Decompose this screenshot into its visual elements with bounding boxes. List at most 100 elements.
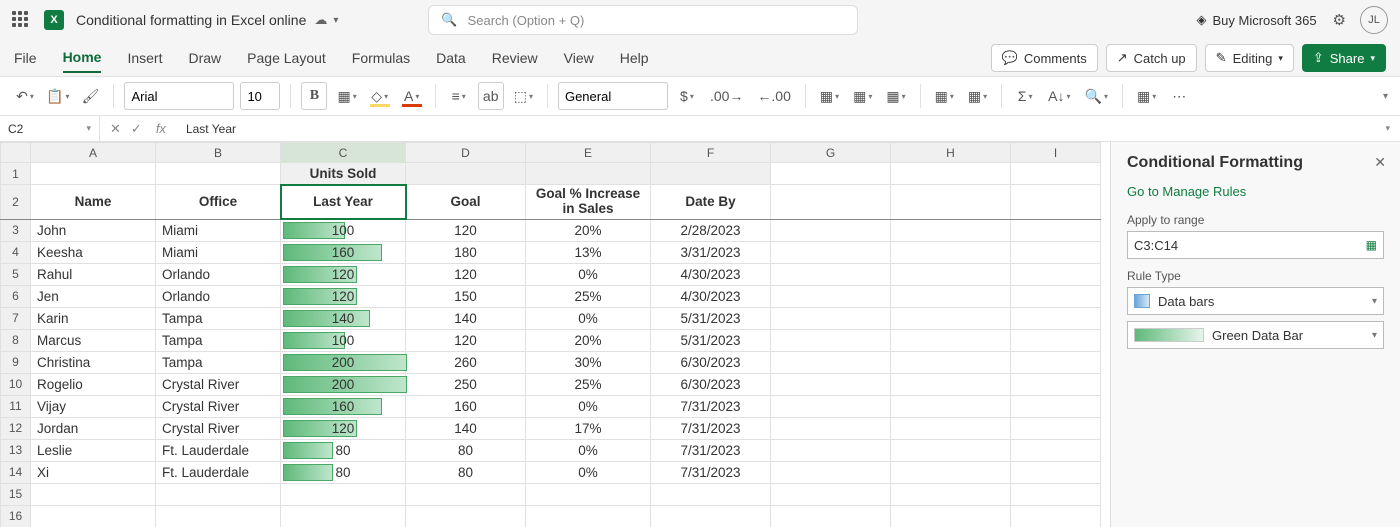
buy-m365-button[interactable]: ◈ Buy Microsoft 365	[1197, 12, 1317, 28]
search-icon: 🔍	[441, 12, 457, 28]
share-icon: ⇪	[1313, 50, 1324, 66]
pane-title: Conditional Formatting	[1127, 154, 1384, 172]
range-picker-icon[interactable]: ▦	[1366, 238, 1377, 252]
table-row[interactable]: 9ChristinaTampa20026030%6/30/2023	[1, 351, 1101, 373]
borders-button[interactable]: ▦▾	[333, 82, 360, 110]
apply-range-label: Apply to range	[1127, 213, 1384, 227]
catchup-button[interactable]: ↗Catch up	[1106, 44, 1197, 72]
name-box[interactable]: C2▾	[0, 116, 100, 141]
insert-cells-button[interactable]: ▦▾	[931, 82, 958, 110]
table-row[interactable]: 10RogelioCrystal River20025025%6/30/2023	[1, 373, 1101, 395]
font-name-select[interactable]	[124, 82, 234, 110]
table-row[interactable]: 14XiFt. Lauderdale80800%7/31/2023	[1, 461, 1101, 483]
cancel-formula-icon[interactable]: ✕	[110, 121, 121, 137]
col-header-I[interactable]: I	[1011, 143, 1101, 163]
sort-filter-button[interactable]: A↓▾	[1044, 82, 1074, 110]
pencil-icon: ✎	[1216, 50, 1227, 66]
ribbon-collapse-icon[interactable]: ▾	[1383, 91, 1388, 102]
green-gradient-icon	[1134, 328, 1204, 342]
menu-tab-draw[interactable]: Draw	[188, 44, 221, 72]
menu-tab-view[interactable]: View	[564, 44, 594, 72]
menu-tab-data[interactable]: Data	[436, 44, 466, 72]
apply-range-input[interactable]: C3:C14 ▦	[1127, 231, 1384, 259]
currency-button[interactable]: $▾	[674, 82, 700, 110]
formula-expand-icon[interactable]: ▾	[1375, 123, 1400, 134]
col-header-A[interactable]: A	[31, 143, 156, 163]
font-color-button[interactable]: A▾	[399, 82, 425, 110]
menu-bar: File Home Insert Draw Page Layout Formulas Dat…	[0, 40, 1400, 76]
table-row[interactable]: 12JordanCrystal River12014017%7/31/2023	[1, 417, 1101, 439]
table-row[interactable]: 7KarinTampa1401400%5/31/2023	[1, 307, 1101, 329]
format-painter-button[interactable]: 🖌	[77, 82, 103, 110]
diamond-icon: ◈	[1197, 12, 1207, 28]
comments-button[interactable]: 💬Comments	[991, 44, 1098, 72]
menu-tab-page-layout[interactable]: Page Layout	[247, 44, 326, 72]
menu-tab-file[interactable]: File	[14, 44, 37, 72]
document-title[interactable]: Conditional formatting in Excel online	[76, 12, 306, 28]
conditional-format-button[interactable]: ▦▾	[816, 82, 843, 110]
app-launcher-icon[interactable]	[12, 11, 30, 29]
autosum-button[interactable]: Σ▾	[1012, 82, 1038, 110]
search-placeholder: Search (Option + Q)	[468, 13, 585, 28]
col-header-E[interactable]: E	[526, 143, 651, 163]
title-chevron-icon[interactable]: ▾	[333, 15, 338, 26]
rule-type-select[interactable]: Data bars ▾	[1127, 287, 1384, 315]
col-header-C[interactable]: C	[281, 143, 406, 163]
active-cell[interactable]: Last Year	[281, 185, 406, 220]
increase-decimal-button[interactable]: ←.00	[753, 82, 794, 110]
search-input[interactable]: 🔍 Search (Option + Q)	[428, 5, 858, 35]
formula-bar-input[interactable]: Last Year	[176, 122, 1376, 136]
decrease-decimal-button[interactable]: .00→	[706, 82, 747, 110]
table-style-button[interactable]: ▦▾	[849, 82, 876, 110]
menu-tab-home[interactable]: Home	[63, 43, 102, 73]
delete-cells-button[interactable]: ▦▾	[964, 82, 991, 110]
paste-button[interactable]: 📋▾	[42, 82, 73, 110]
databar-icon	[1134, 294, 1150, 308]
user-avatar[interactable]: JL	[1360, 6, 1388, 34]
merge-button[interactable]: ⬚▾	[510, 82, 537, 110]
rule-style-select[interactable]: Green Data Bar ▾	[1127, 321, 1384, 349]
more-button[interactable]: ⋯	[1166, 82, 1192, 110]
accept-formula-icon[interactable]: ✓	[131, 121, 142, 137]
wrap-text-button[interactable]: ab	[478, 82, 504, 110]
merged-title-cell[interactable]: Units Sold	[281, 163, 406, 185]
spreadsheet-grid[interactable]: ABCDEFGHI1Units Sold2NameOfficeLast Year…	[0, 142, 1101, 527]
fx-icon[interactable]: fx	[156, 121, 166, 136]
menu-tab-review[interactable]: Review	[492, 44, 538, 72]
table-row[interactable]: 11VijayCrystal River1601600%7/31/2023	[1, 395, 1101, 417]
excel-logo-icon: X	[44, 10, 64, 30]
manage-rules-link[interactable]: Go to Manage Rules	[1127, 184, 1384, 199]
menu-tab-formulas[interactable]: Formulas	[352, 44, 410, 72]
table-row[interactable]: 4KeeshaMiami16018013%3/31/2023	[1, 241, 1101, 263]
font-size-select[interactable]	[240, 82, 280, 110]
col-header-G[interactable]: G	[771, 143, 891, 163]
ribbon-toolbar: ↶▾ 📋▾ 🖌 B ▦▾ ◇▾ A▾ ≡▾ ab ⬚▾ $▾ .00→ ←.00…	[0, 76, 1400, 116]
addins-button[interactable]: ▦▾	[1133, 82, 1160, 110]
menu-tab-help[interactable]: Help	[620, 44, 649, 72]
find-button[interactable]: 🔍▾	[1081, 82, 1112, 110]
table-row[interactable]: 3JohnMiami10012020%2/28/2023	[1, 219, 1101, 241]
close-pane-icon[interactable]: ✕	[1374, 154, 1386, 171]
align-button[interactable]: ≡▾	[446, 82, 472, 110]
col-header-F[interactable]: F	[651, 143, 771, 163]
table-row[interactable]: 8MarcusTampa10012020%5/31/2023	[1, 329, 1101, 351]
saved-cloud-icon: ☁	[314, 12, 327, 28]
menu-tab-insert[interactable]: Insert	[127, 44, 162, 72]
col-header-B[interactable]: B	[156, 143, 281, 163]
table-row[interactable]: 6JenOrlando12015025%4/30/2023	[1, 285, 1101, 307]
editing-mode-button[interactable]: ✎Editing▾	[1205, 44, 1294, 72]
cell-style-button[interactable]: ▦▾	[882, 82, 909, 110]
comment-icon: 💬	[1002, 50, 1018, 66]
number-format-select[interactable]	[558, 82, 668, 110]
col-header-D[interactable]: D	[406, 143, 526, 163]
bold-button[interactable]: B	[301, 82, 327, 110]
fill-color-button[interactable]: ◇▾	[367, 82, 393, 110]
row-header[interactable]: 1	[1, 163, 31, 185]
undo-button[interactable]: ↶▾	[12, 82, 38, 110]
rule-type-label: Rule Type	[1127, 269, 1384, 283]
col-header-H[interactable]: H	[891, 143, 1011, 163]
share-button[interactable]: ⇪Share▾	[1302, 44, 1386, 72]
table-row[interactable]: 5RahulOrlando1201200%4/30/2023	[1, 263, 1101, 285]
settings-icon[interactable]: ⚙	[1333, 11, 1346, 29]
table-row[interactable]: 13LeslieFt. Lauderdale80800%7/31/2023	[1, 439, 1101, 461]
